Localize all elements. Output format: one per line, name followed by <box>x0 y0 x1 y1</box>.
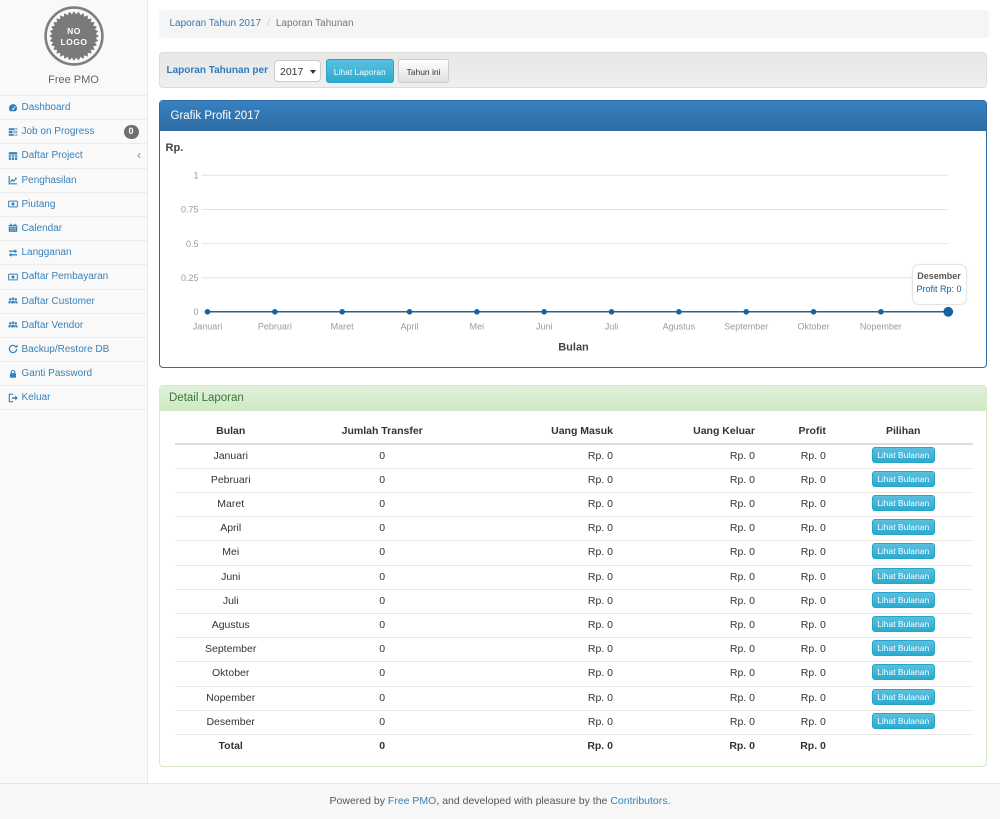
svg-text:Oktober: Oktober <box>797 321 829 331</box>
svg-text:0.75: 0.75 <box>180 205 198 215</box>
svg-text:Maret: Maret <box>330 321 354 331</box>
svg-text:0.25: 0.25 <box>180 273 198 283</box>
svg-text:Januari: Januari <box>192 321 222 331</box>
svg-text:Mei: Mei <box>469 321 484 331</box>
svg-text:September: September <box>724 321 768 331</box>
svg-text:April: April <box>400 321 418 331</box>
svg-text:Juni: Juni <box>535 321 552 331</box>
svg-text:Rp.: Rp. <box>165 142 183 154</box>
svg-text:0: 0 <box>193 307 198 317</box>
svg-text:0.5: 0.5 <box>185 239 198 249</box>
svg-text:1: 1 <box>193 171 198 181</box>
svg-text:LOGO: LOGO <box>60 37 87 47</box>
svg-text:Juli: Juli <box>604 321 618 331</box>
svg-text:Agustus: Agustus <box>662 321 695 331</box>
svg-text:Nopember: Nopember <box>859 321 901 331</box>
svg-text:Pebruari: Pebruari <box>257 321 291 331</box>
svg-text:Bulan: Bulan <box>558 342 589 354</box>
svg-text:NO: NO <box>67 26 81 36</box>
